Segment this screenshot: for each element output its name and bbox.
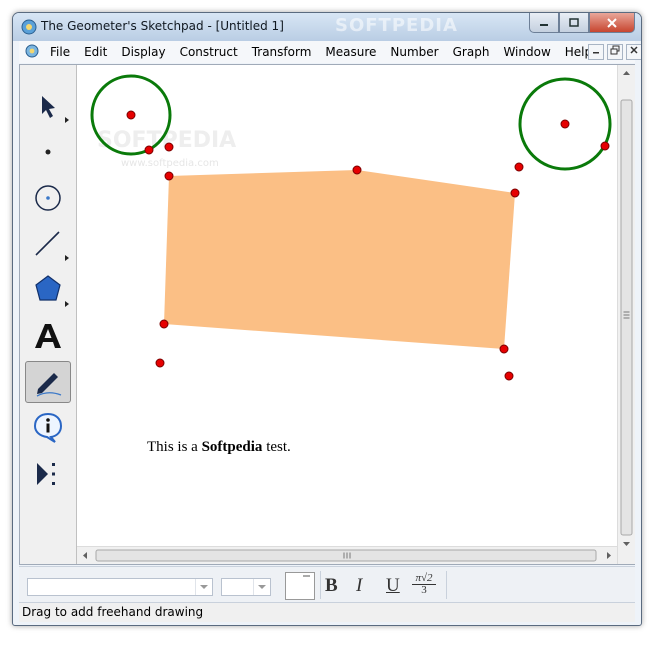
text-color-button[interactable] [285,572,315,600]
menu-number[interactable]: Number [383,41,445,63]
doc-minimize-button[interactable] [588,44,604,60]
menu-display[interactable]: Display [114,41,172,63]
maximize-icon [569,17,579,27]
tool-options-arrow-icon [65,117,69,123]
chevron-down-icon[interactable] [253,579,270,595]
font-size-select[interactable] [221,578,271,596]
text-tool[interactable] [25,315,71,357]
menu-window[interactable]: Window [496,41,557,63]
horizontal-scrollbar[interactable] [77,546,617,564]
point-free[interactable] [155,358,165,368]
point-icon [45,149,51,155]
doc-close-button[interactable] [626,44,641,60]
scroll-right-icon[interactable] [607,552,611,559]
text-a-icon [35,324,61,348]
tool-options-arrow-icon [65,301,69,307]
point-polygon-vertex[interactable] [510,188,520,198]
marker-pen-icon [36,373,62,397]
sketch-workarea: SOFTPEDIA www.softpedia.com This is a So… [19,64,635,565]
doc-restore-button[interactable] [607,44,623,60]
straightedge-tool[interactable] [25,223,71,265]
color-swatch-icon [303,575,310,577]
sketch-drawing: SOFTPEDIA www.softpedia.com [90,74,612,381]
menu-graph[interactable]: Graph [446,41,497,63]
caption-plain: This is a [147,439,202,455]
point-circle-left-center[interactable] [126,110,136,120]
toolbox [20,65,77,564]
point-polygon-vertex[interactable] [352,165,362,175]
marker-tool[interactable] [25,361,71,403]
minimize-button[interactable] [529,13,559,33]
sketch-canvas[interactable]: SOFTPEDIA www.softpedia.com This is a So… [77,65,617,545]
information-tool[interactable] [25,407,71,449]
caption-bold: Softpedia [201,439,263,455]
status-text: Drag to add freehand drawing [22,605,204,619]
font-name-select[interactable] [27,578,213,596]
document-icon[interactable] [25,44,39,58]
underline-button[interactable]: U [386,575,400,597]
vertical-scrollbar-graphics [620,71,633,546]
app-icon [21,19,37,35]
chevron-down-icon[interactable] [195,579,212,595]
menu-bar: File Edit Display Construct Transform Me… [19,41,641,63]
maximize-button[interactable] [559,13,589,33]
canvas-watermark-url: www.softpedia.com [121,158,219,169]
menu-edit[interactable]: Edit [77,41,114,63]
tool-options-arrow-icon [65,255,69,261]
point-free[interactable] [514,162,524,172]
caption-end: test. [262,439,291,455]
point-circle-left-edge[interactable] [144,145,154,155]
point-polygon-vertex[interactable] [499,344,509,354]
title-bar[interactable]: The Geometer's Sketchpad - [Untitled 1] … [13,13,641,41]
menu-measure[interactable]: Measure [318,41,383,63]
quadrilateral-interior[interactable] [164,170,515,349]
separator [320,571,321,599]
information-icon [33,412,63,443]
vertical-scrollbar[interactable] [617,65,635,564]
scroll-down-icon[interactable] [623,542,630,546]
close-icon [630,46,638,54]
point-polygon-vertex[interactable] [164,171,174,181]
scroll-up-icon[interactable] [623,71,630,75]
scroll-left-icon[interactable] [83,552,87,559]
point-free[interactable] [504,371,514,381]
menu-file[interactable]: File [43,41,77,63]
close-icon [607,17,617,28]
custom-tool[interactable] [25,453,71,495]
restore-icon [610,45,620,55]
caption-text[interactable]: This is a Softpedia test. [147,439,291,456]
menu-transform[interactable]: Transform [245,41,319,63]
polygon-tool[interactable] [25,269,71,311]
point-free[interactable] [164,142,174,152]
status-bar: Drag to add freehand drawing [19,602,635,622]
horizontal-scrollbar-graphics [83,549,611,562]
italic-button[interactable]: I [356,575,362,597]
watermark-text: SOFTPEDIA [335,15,458,36]
menu-construct[interactable]: Construct [173,41,245,63]
compass-tool[interactable] [25,177,71,219]
minimize-icon [593,52,599,54]
point-polygon-vertex[interactable] [159,319,169,329]
point-circle-right-edge[interactable] [600,141,610,151]
math-format-button[interactable]: π√2 3 [412,573,436,597]
point-circle-right-center[interactable] [560,119,570,129]
point-tool[interactable] [25,131,71,173]
bold-button[interactable]: B [325,575,338,597]
text-format-bar: B I U π√2 3 [19,566,635,603]
window-title: The Geometer's Sketchpad - [Untitled 1] [41,19,284,33]
minimize-icon [540,23,548,26]
compass-circle-icon [35,185,61,211]
close-button[interactable] [589,13,635,33]
horizontal-scroll-thumb[interactable] [95,549,597,562]
arrow-select-tool[interactable] [25,85,71,127]
math-denominator: 3 [421,584,427,596]
separator [446,571,447,599]
app-window: The Geometer's Sketchpad - [Untitled 1] … [12,12,642,626]
play-more-icon [37,463,55,485]
